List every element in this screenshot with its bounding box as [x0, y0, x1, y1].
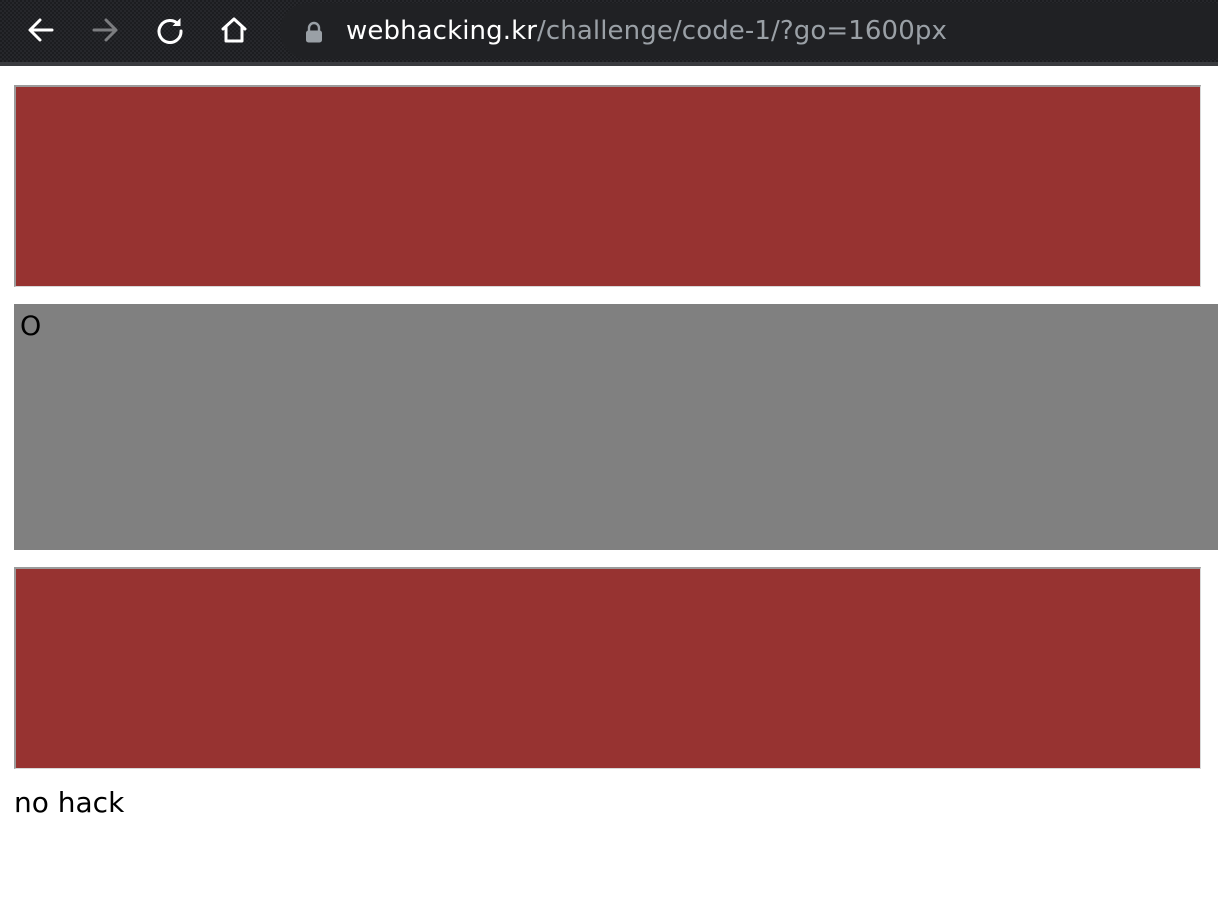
top-red-frame: [14, 85, 1201, 287]
toolbar-divider: [0, 62, 1218, 66]
grey-progress-area: O: [14, 304, 1218, 550]
moving-marker: O: [20, 311, 42, 342]
home-icon: [221, 17, 247, 43]
reload-icon: [157, 18, 183, 44]
address-bar[interactable]: webhacking.kr/challenge/code-1/?go=1600p…: [280, 3, 1218, 59]
url-host: webhacking.kr: [346, 16, 538, 46]
lock-icon: [306, 21, 322, 43]
bottom-red-frame: [14, 567, 1201, 769]
url-path: /challenge/code-1/?go=1600px: [537, 16, 947, 46]
status-message: no hack: [14, 786, 125, 819]
reload-button[interactable]: [153, 12, 187, 48]
forward-button[interactable]: [88, 12, 122, 48]
arrow-right-icon: [92, 18, 118, 42]
url-text[interactable]: webhacking.kr/challenge/code-1/?go=1600p…: [346, 3, 947, 59]
arrow-left-icon: [28, 18, 54, 42]
back-button[interactable]: [24, 12, 58, 48]
browser-toolbar: webhacking.kr/challenge/code-1/?go=1600p…: [0, 0, 1218, 62]
home-button[interactable]: [217, 12, 251, 48]
